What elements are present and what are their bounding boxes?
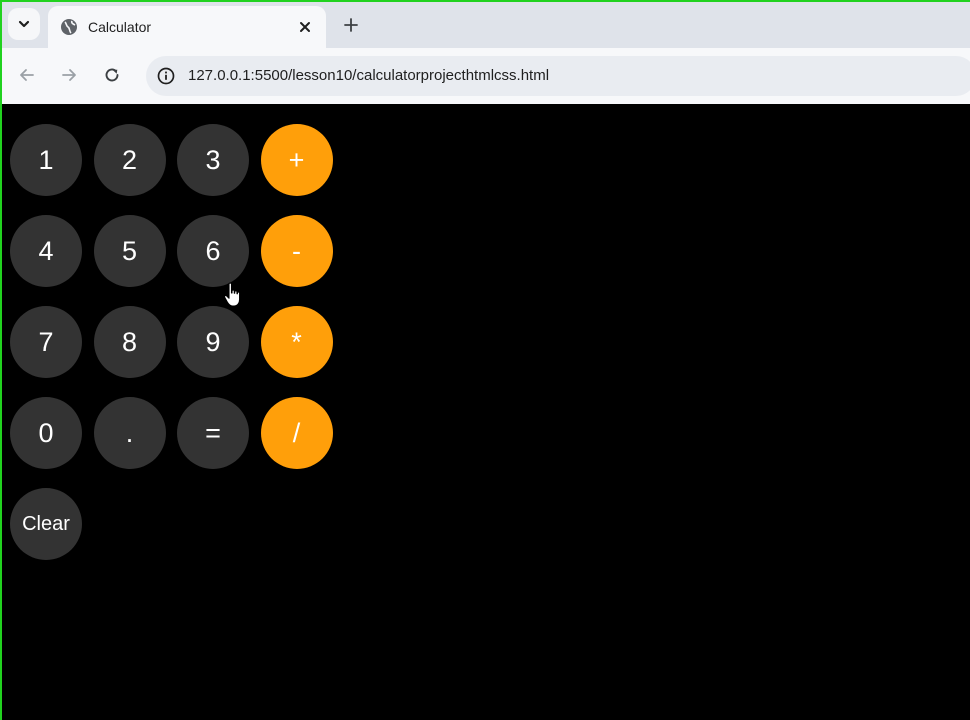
plus-button[interactable]: + [260, 124, 333, 196]
multiply-button[interactable]: * [260, 306, 333, 378]
digit-9-button[interactable]: 9 [177, 306, 249, 378]
tab-search-button[interactable] [8, 8, 40, 40]
back-arrow-icon [20, 69, 34, 81]
tab-title: Calculator [88, 19, 152, 35]
back-button[interactable] [14, 62, 40, 88]
close-icon [300, 22, 310, 32]
digit-3-button[interactable]: 3 [177, 124, 249, 196]
reload-button[interactable] [99, 62, 125, 88]
forward-arrow-icon [62, 69, 76, 81]
browser-toolbar: 127.0.0.1:5500/lesson10/calculatorprojec… [2, 48, 970, 104]
divide-button[interactable]: / [260, 397, 333, 469]
address-bar[interactable]: 127.0.0.1:5500/lesson10/calculatorprojec… [146, 56, 970, 96]
chevron-down-icon [18, 20, 30, 28]
hand-pointer-icon [223, 282, 241, 307]
digit-5-button[interactable]: 5 [93, 215, 166, 287]
page-content: 1 2 3 +4 5 6- 7 8 9 * 0. = / Clear [2, 104, 970, 720]
equals-button[interactable]: = [177, 397, 249, 469]
decimal-button[interactable]: . [93, 397, 166, 469]
tab-calculator[interactable]: Calculator [48, 6, 326, 48]
close-tab-button[interactable] [294, 16, 316, 38]
forward-button[interactable] [56, 62, 82, 88]
digit-2-button[interactable]: 2 [93, 124, 166, 196]
browser-window: Calculator 127.0.0.1:5500/lesson10/calcu… [0, 0, 970, 720]
site-info-button[interactable] [156, 66, 176, 86]
tab-strip: Calculator [2, 2, 970, 48]
digit-6-button[interactable]: 6 [177, 215, 249, 287]
url-text[interactable]: 127.0.0.1:5500/lesson10/calculatorprojec… [188, 67, 549, 85]
globe-icon [61, 19, 77, 35]
reload-icon [105, 68, 119, 82]
digit-7-button[interactable]: 7 [10, 306, 82, 378]
digit-4-button[interactable]: 4 [10, 215, 82, 287]
info-icon [157, 67, 175, 85]
minus-button[interactable]: - [260, 215, 333, 287]
digit-1-button[interactable]: 1 [10, 124, 82, 196]
digit-8-button[interactable]: 8 [93, 306, 166, 378]
digit-0-button[interactable]: 0 [10, 397, 82, 469]
clear-button[interactable]: Clear [10, 488, 82, 560]
plus-icon [344, 18, 358, 32]
new-tab-button[interactable] [338, 12, 364, 38]
